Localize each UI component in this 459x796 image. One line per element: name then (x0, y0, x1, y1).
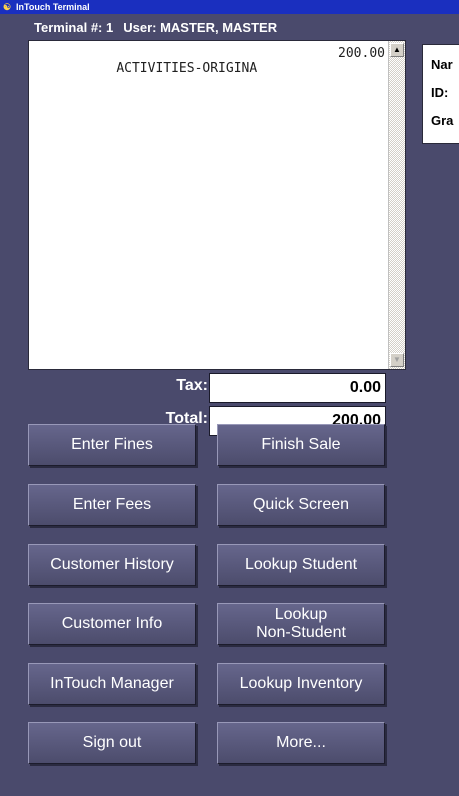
finish-sale-button[interactable]: Finish Sale (217, 424, 385, 466)
tax-value: 0.00 (209, 373, 386, 403)
receipt-item-description: ACTIVITIES-ORIGINA (116, 61, 258, 76)
tax-label: Tax: (176, 377, 208, 394)
app-icon: ☯ (2, 2, 12, 12)
customer-name-label: Nar (431, 57, 453, 72)
tax-row: Tax: 0.00 (30, 373, 386, 403)
status-line: Terminal #: 1 User: MASTER, MASTER (34, 20, 277, 35)
intouch-manager-button[interactable]: InTouch Manager (28, 663, 196, 705)
lookup-inventory-button[interactable]: Lookup Inventory (217, 663, 385, 705)
customer-info-panel: Nar ID: Gra (422, 44, 459, 144)
receipt-item-amount: 200.00 (338, 46, 385, 61)
title-bar: ☯ InTouch Terminal (0, 0, 459, 14)
lookup-student-button[interactable]: Lookup Student (217, 544, 385, 586)
lookup-non-student-button[interactable]: Lookup Non-Student (217, 603, 385, 645)
customer-grade-label: Gra (431, 113, 454, 128)
quick-screen-button[interactable]: Quick Screen (217, 484, 385, 526)
current-user: User: MASTER, MASTER (123, 20, 278, 35)
terminal-number: Terminal #: 1 (34, 20, 114, 35)
sign-out-button[interactable]: Sign out (28, 722, 196, 764)
receipt-list[interactable]: ACTIVITIES-ORIGINA 200.00 ▲ ▼ (28, 40, 406, 370)
receipt-item[interactable]: ACTIVITIES-ORIGINA 200.00 (85, 46, 385, 106)
scroll-down-arrow-icon[interactable]: ▼ (390, 353, 404, 367)
window-title: InTouch Terminal (16, 2, 90, 12)
scroll-up-arrow-icon[interactable]: ▲ (390, 43, 404, 57)
customer-history-button[interactable]: Customer History (28, 544, 196, 586)
customer-id-label: ID: (431, 85, 449, 100)
receipt-scrollbar[interactable]: ▲ ▼ (388, 41, 405, 369)
enter-fees-button[interactable]: Enter Fees (28, 484, 196, 526)
enter-fines-button[interactable]: Enter Fines (28, 424, 196, 466)
more-button[interactable]: More... (217, 722, 385, 764)
customer-info-button[interactable]: Customer Info (28, 603, 196, 645)
